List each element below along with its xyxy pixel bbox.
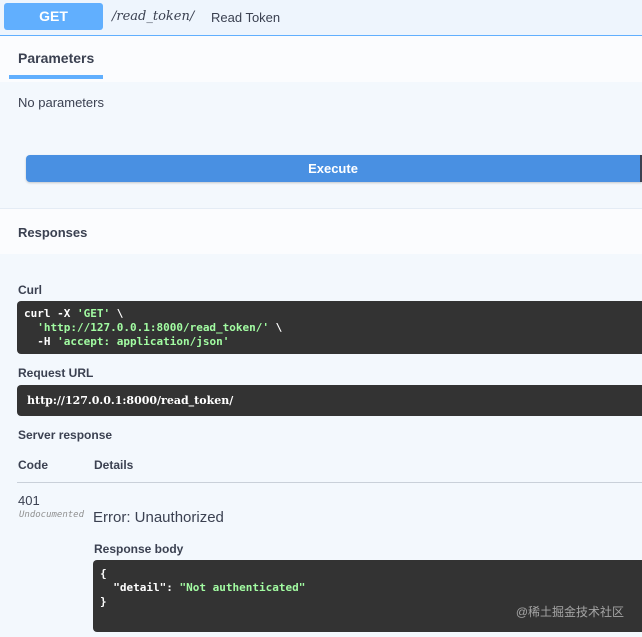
curl-line-1: curl -X 'GET' \	[24, 307, 635, 321]
body-value: "Not authenticated"	[179, 581, 306, 594]
body-line-open: {	[100, 567, 107, 580]
responses-header: Responses	[0, 208, 642, 254]
curl-code-block[interactable]: curl -X 'GET' \ 'http://127.0.0.1:8000/r…	[17, 301, 642, 354]
operation-path: /read_token/	[112, 9, 195, 24]
request-url-text: http://127.0.0.1:8000/read_token/	[27, 394, 234, 407]
undocumented-badge: Undocumented	[19, 510, 85, 520]
column-header-details: Details	[94, 458, 134, 472]
curl-flag: -H	[37, 335, 58, 348]
server-response-label: Server response	[18, 428, 113, 442]
curl-url: 'http://127.0.0.1:8000/read_token/'	[37, 321, 270, 334]
column-header-code: Code	[18, 458, 48, 472]
response-body-block[interactable]: { "detail": "Not authenticated" }	[93, 560, 642, 632]
curl-continuation: \	[110, 307, 124, 320]
curl-label: Curl	[18, 283, 42, 297]
opblock-summary[interactable]: GET /read_token/ Read Token	[0, 0, 642, 36]
tab-parameters[interactable]: Parameters	[9, 50, 104, 79]
request-url-label: Request URL	[18, 366, 94, 380]
curl-method: 'GET'	[76, 307, 111, 320]
no-parameters-text: No parameters	[18, 95, 104, 110]
responses-title: Responses	[18, 225, 88, 240]
response-body-label: Response body	[94, 542, 184, 556]
response-status-code: 401	[18, 493, 40, 508]
response-error-text: Error: Unauthorized	[93, 509, 224, 526]
body-key: "detail"	[113, 581, 167, 594]
curl-line-3: -H 'accept: application/json'	[24, 335, 635, 349]
curl-cmd: curl -X	[24, 307, 77, 320]
operation-summary: Read Token	[211, 10, 281, 25]
body-colon: :	[166, 581, 180, 594]
curl-line-2: 'http://127.0.0.1:8000/read_token/' \	[24, 321, 635, 335]
table-divider	[17, 482, 642, 483]
curl-continuation: \	[269, 321, 283, 334]
method-badge: GET	[4, 3, 103, 30]
parameters-header: Parameters	[0, 36, 642, 82]
curl-header: 'accept: application/json'	[57, 335, 230, 348]
execute-button[interactable]: Execute	[26, 155, 642, 182]
watermark: @稀土掘金技术社区	[515, 605, 624, 619]
body-line-detail: "detail": "Not authenticated"	[100, 581, 635, 595]
request-url-block[interactable]: http://127.0.0.1:8000/read_token/	[17, 385, 642, 416]
